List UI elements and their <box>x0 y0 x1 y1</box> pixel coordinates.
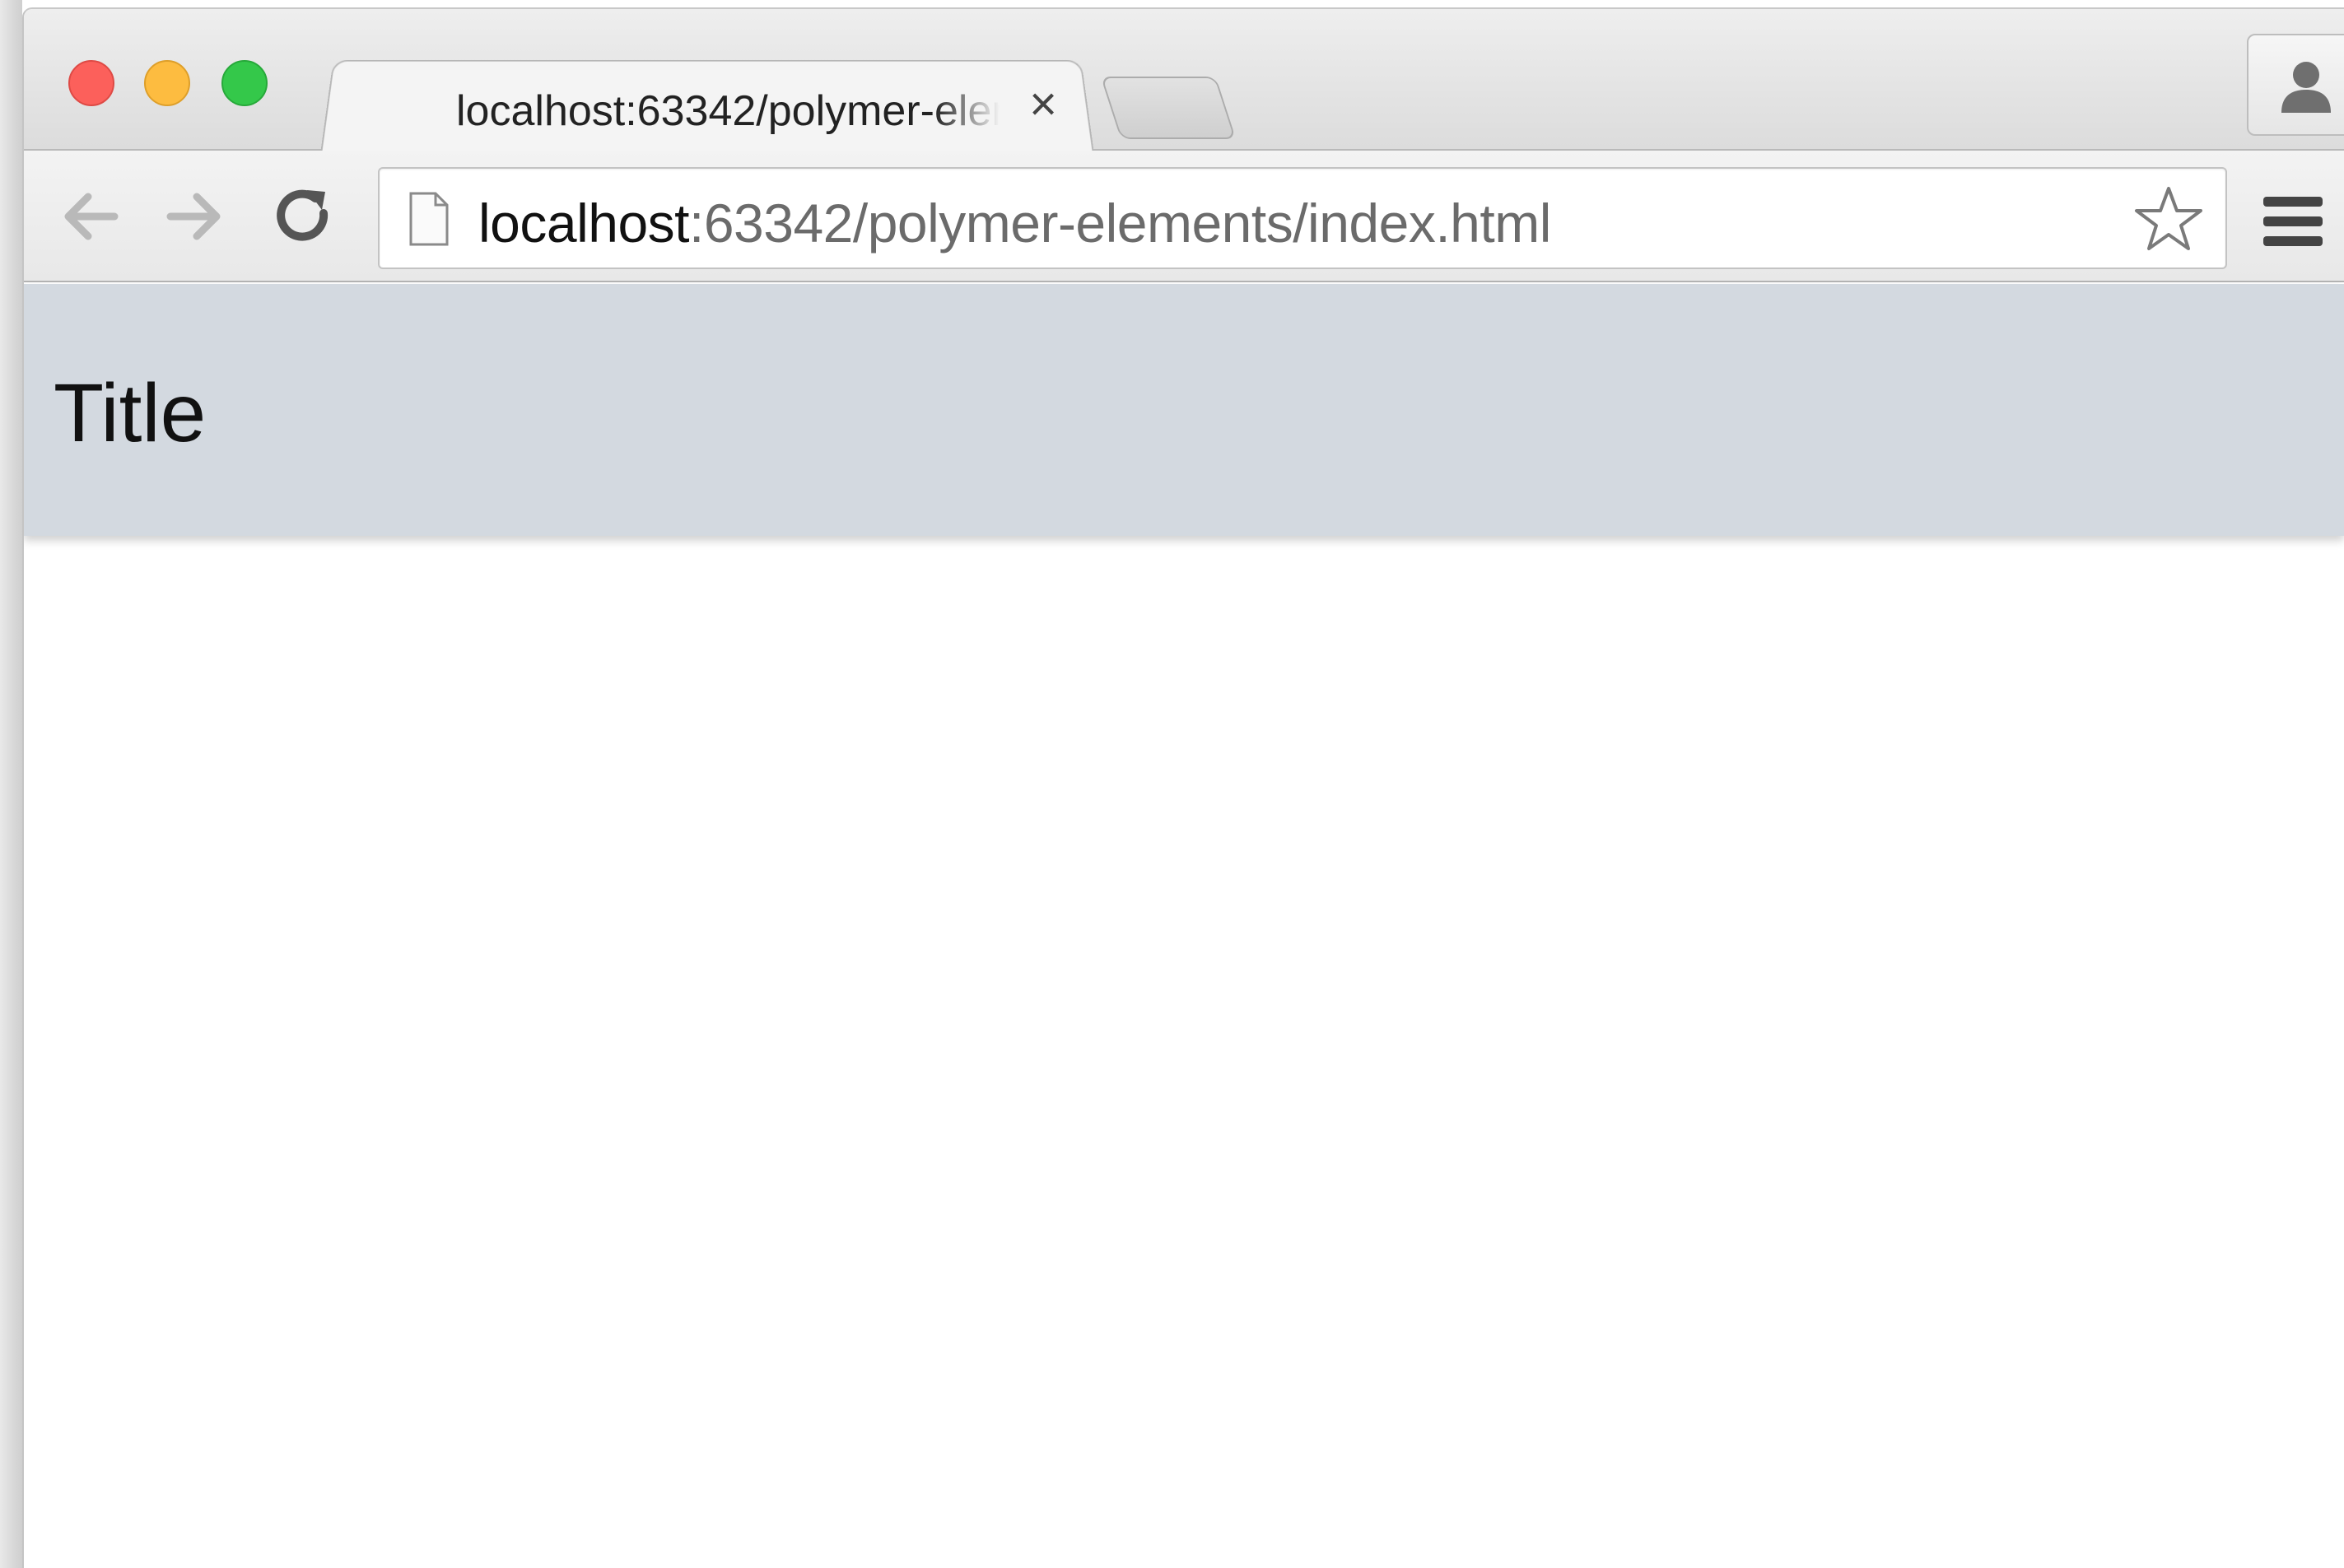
url-path: :63342/polymer-elements/index.html <box>689 193 1551 254</box>
page-title: Title <box>54 367 207 459</box>
page-content: Title <box>24 284 2344 1568</box>
back-button[interactable] <box>57 184 123 249</box>
tab-close-icon[interactable]: × <box>1018 80 1068 129</box>
window-minimize-button[interactable] <box>144 60 190 106</box>
app-toolbar: Title <box>24 284 2344 536</box>
back-arrow-icon <box>64 193 119 240</box>
tab-strip: localhost:63342/polymer-elements/index.h… <box>24 9 2344 154</box>
forward-button[interactable] <box>162 184 228 249</box>
star-icon[interactable] <box>2133 184 2204 254</box>
tab-title: localhost:63342/polymer-elements/index.h… <box>456 87 1000 135</box>
browser-toolbar: localhost:63342/polymer-elements/index.h… <box>24 151 2344 282</box>
hamburger-menu-icon <box>2263 197 2323 246</box>
url-host: localhost <box>478 193 690 254</box>
page-icon <box>409 192 449 246</box>
forward-arrow-icon <box>166 193 221 240</box>
person-icon <box>2281 62 2331 113</box>
window-maximize-button[interactable] <box>221 60 268 106</box>
window-close-button[interactable] <box>68 60 114 106</box>
desktop-edge <box>0 0 22 1568</box>
reload-button[interactable] <box>271 184 337 249</box>
new-tab-button[interactable] <box>1100 77 1237 139</box>
reload-icon <box>277 189 329 241</box>
menu-button[interactable] <box>2260 192 2326 251</box>
profile-button[interactable] <box>2247 34 2344 136</box>
url-text: localhost:63342/polymer-elements/index.h… <box>478 192 1551 254</box>
browser-window: localhost:63342/polymer-elements/index.h… <box>22 7 2344 1568</box>
active-tab[interactable]: localhost:63342/polymer-elements/index.h… <box>320 55 1094 151</box>
address-bar[interactable]: localhost:63342/polymer-elements/index.h… <box>378 167 2227 269</box>
